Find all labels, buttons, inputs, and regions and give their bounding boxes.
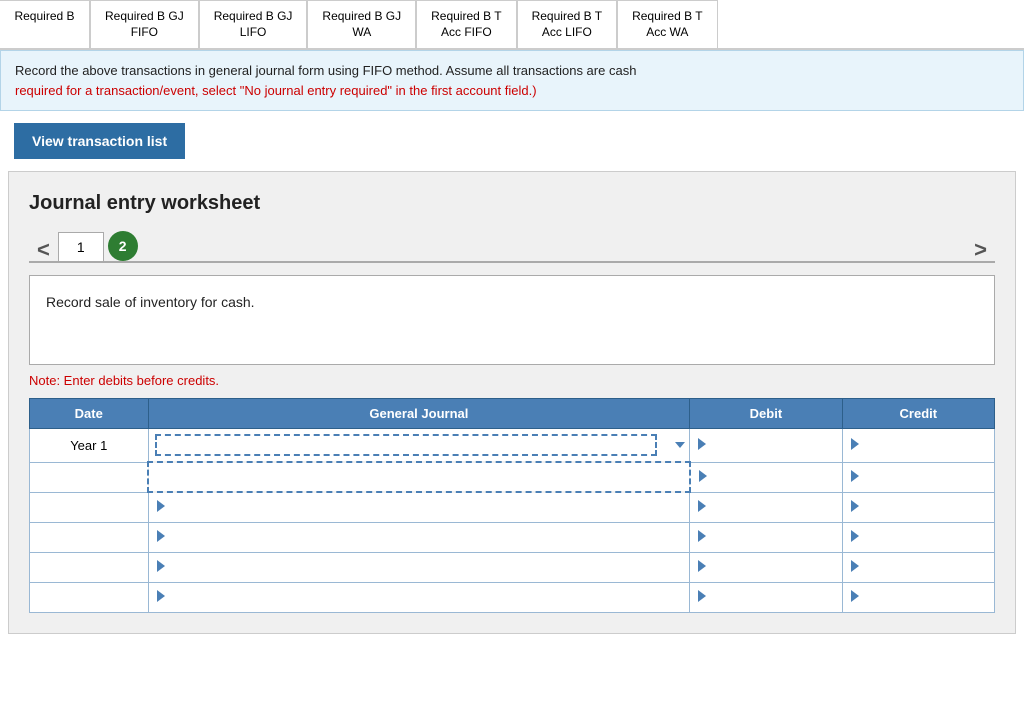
gj-arrow-3 <box>157 500 165 512</box>
tab-required-b-gj-fifo[interactable]: Required B GJ FIFO <box>90 0 199 48</box>
credit-cell-6[interactable] <box>842 582 994 612</box>
col-header-debit: Debit <box>690 399 842 429</box>
date-cell-4 <box>30 522 149 552</box>
page-tab-2[interactable]: 2 <box>108 231 138 261</box>
credit-arrow-1 <box>851 438 859 450</box>
credit-arrow-4 <box>851 530 859 542</box>
debit-arrow-1 <box>698 438 706 450</box>
credit-cell-3[interactable] <box>842 492 994 522</box>
table-row <box>30 522 995 552</box>
col-header-credit: Credit <box>842 399 994 429</box>
credit-arrow-3 <box>851 500 859 512</box>
date-cell-1: Year 1 <box>30 429 149 463</box>
debit-arrow-4 <box>698 530 706 542</box>
debit-arrow-5 <box>698 560 706 572</box>
gj-cell-3[interactable] <box>148 492 690 522</box>
table-row <box>30 552 995 582</box>
date-cell-5 <box>30 552 149 582</box>
view-transaction-list-button[interactable]: View transaction list <box>14 123 185 159</box>
tab-nav-row: < 1 2 > <box>29 231 995 263</box>
table-row <box>30 492 995 522</box>
date-cell-6 <box>30 582 149 612</box>
description-box: Record sale of inventory for cash. <box>29 275 995 365</box>
gj-cell-4[interactable] <box>148 522 690 552</box>
table-row: Year 1 <box>30 429 995 463</box>
debit-cell-2[interactable] <box>690 462 842 492</box>
debit-arrow-2 <box>699 470 707 482</box>
tab-required-b-gj-lifo[interactable]: Required B GJ LIFO <box>199 0 308 48</box>
info-box: Record the above transactions in general… <box>0 50 1024 111</box>
credit-arrow-6 <box>851 590 859 602</box>
table-row <box>30 582 995 612</box>
gj-arrow-5 <box>157 560 165 572</box>
tab-bar: Required B Required B GJ FIFO Required B… <box>0 0 1024 50</box>
credit-arrow-5 <box>851 560 859 572</box>
tab-required-b-gj-wa[interactable]: Required B GJ WA <box>307 0 416 48</box>
prev-arrow[interactable]: < <box>29 239 58 261</box>
gj-cell-5[interactable] <box>148 552 690 582</box>
debit-cell-5[interactable] <box>690 552 842 582</box>
note-text: Note: Enter debits before credits. <box>29 373 995 388</box>
credit-cell-4[interactable] <box>842 522 994 552</box>
next-arrow[interactable]: > <box>966 239 995 261</box>
page-tab-1[interactable]: 1 <box>58 232 104 261</box>
date-cell-3 <box>30 492 149 522</box>
debit-cell-4[interactable] <box>690 522 842 552</box>
gj-arrow-4 <box>157 530 165 542</box>
date-cell-2 <box>30 462 149 492</box>
worksheet-title: Journal entry worksheet <box>29 192 995 215</box>
credit-cell-1[interactable] <box>842 429 994 463</box>
debit-arrow-6 <box>698 590 706 602</box>
dropdown-arrow-1[interactable] <box>675 442 685 448</box>
tab-required-b-t-lifo[interactable]: Required B T Acc LIFO <box>517 0 617 48</box>
tab-required-b-t-fifo[interactable]: Required B T Acc FIFO <box>416 0 516 48</box>
debit-cell-3[interactable] <box>690 492 842 522</box>
gj-arrow-6 <box>157 590 165 602</box>
credit-cell-5[interactable] <box>842 552 994 582</box>
gj-cell-1[interactable] <box>148 429 690 463</box>
debit-arrow-3 <box>698 500 706 512</box>
col-header-gj: General Journal <box>148 399 690 429</box>
debit-cell-1[interactable] <box>690 429 842 463</box>
debit-cell-6[interactable] <box>690 582 842 612</box>
tab-required-b[interactable]: Required B <box>0 0 90 48</box>
gj-cell-2[interactable] <box>148 462 690 492</box>
col-header-date: Date <box>30 399 149 429</box>
worksheet-container: Journal entry worksheet < 1 2 > Record s… <box>8 171 1016 634</box>
tab-required-b-t-wa[interactable]: Required B T Acc WA <box>617 0 717 48</box>
gj-cell-6[interactable] <box>148 582 690 612</box>
table-row <box>30 462 995 492</box>
credit-cell-2[interactable] <box>842 462 994 492</box>
credit-arrow-2 <box>851 470 859 482</box>
journal-table: Date General Journal Debit Credit Year 1 <box>29 398 995 613</box>
